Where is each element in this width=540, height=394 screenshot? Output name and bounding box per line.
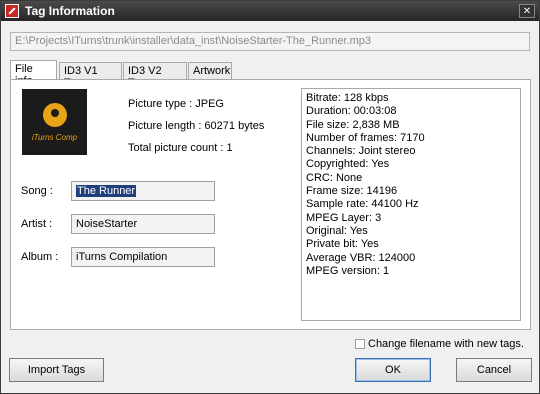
info-line: Channels: Joint stereo (306, 145, 416, 158)
close-button[interactable]: ✕ (519, 4, 535, 18)
logo-icon (43, 103, 67, 127)
info-line: File size: 2,838 MB (306, 118, 400, 131)
info-line: Original: Yes (306, 224, 368, 237)
info-line: Average VBR: 124000 (306, 251, 416, 264)
tab-file-info[interactable]: File info (10, 60, 57, 87)
artist-field[interactable]: NoiseStarter (71, 214, 215, 234)
tab-id3-v1[interactable]: ID3 V1 Tag (59, 62, 122, 89)
info-line: MPEG Layer: 3 (306, 211, 382, 224)
ok-button[interactable]: OK (355, 358, 431, 382)
info-line: Duration: 00:03:08 (306, 105, 397, 118)
info-line: Private bit: Yes (306, 238, 379, 251)
artist-label: Artist : (21, 218, 53, 230)
info-line: CRC: None (306, 171, 363, 184)
app-icon (5, 4, 19, 18)
song-label: Song : (21, 185, 53, 197)
picture-count: Total picture count : 1 (128, 142, 233, 154)
change-filename-label[interactable]: Change filename with new tags. (368, 338, 524, 350)
info-line: Sample rate: 44100 Hz (306, 198, 419, 211)
tag-information-dialog: Tag Information ✕ E:\Projects\ITurns\tru… (0, 0, 540, 394)
info-line: Copyrighted: Yes (306, 158, 390, 171)
info-line: Number of frames: 7170 (306, 131, 425, 144)
import-tags-button[interactable]: Import Tags (9, 358, 104, 382)
info-line: Bitrate: 128 kbps (306, 92, 389, 104)
title-bar[interactable]: Tag Information ✕ (1, 1, 539, 21)
album-label: Album : (21, 251, 59, 263)
tab-artwork[interactable]: Artwork (188, 62, 232, 79)
album-field[interactable]: iTurns Compilation (71, 247, 215, 267)
song-value: The Runner (76, 185, 137, 197)
window-title: Tag Information (25, 4, 115, 18)
album-artwork-image: iTurns Comp (22, 89, 87, 155)
cancel-button[interactable]: Cancel (456, 358, 532, 382)
change-filename-checkbox[interactable] (355, 339, 365, 349)
info-line: MPEG version: 1 (306, 264, 390, 277)
file-path-field[interactable]: E:\Projects\ITurns\trunk\installer\data_… (10, 32, 530, 51)
tab-id3-v2[interactable]: ID3 V2 Tag (123, 62, 187, 89)
file-info-panel: iTurns Comp Picture type : JPEG Picture … (10, 79, 531, 330)
song-field[interactable]: The Runner (71, 181, 215, 201)
info-line: Frame size: 14196 (306, 185, 398, 198)
picture-length: Picture length : 60271 bytes (128, 120, 265, 132)
artwork-caption: iTurns Comp (31, 133, 78, 142)
mpeg-info-box[interactable]: Bitrate: 128 kbps Duration: 00:03:08 Fil… (301, 88, 521, 321)
picture-type: Picture type : JPEG (128, 98, 224, 110)
